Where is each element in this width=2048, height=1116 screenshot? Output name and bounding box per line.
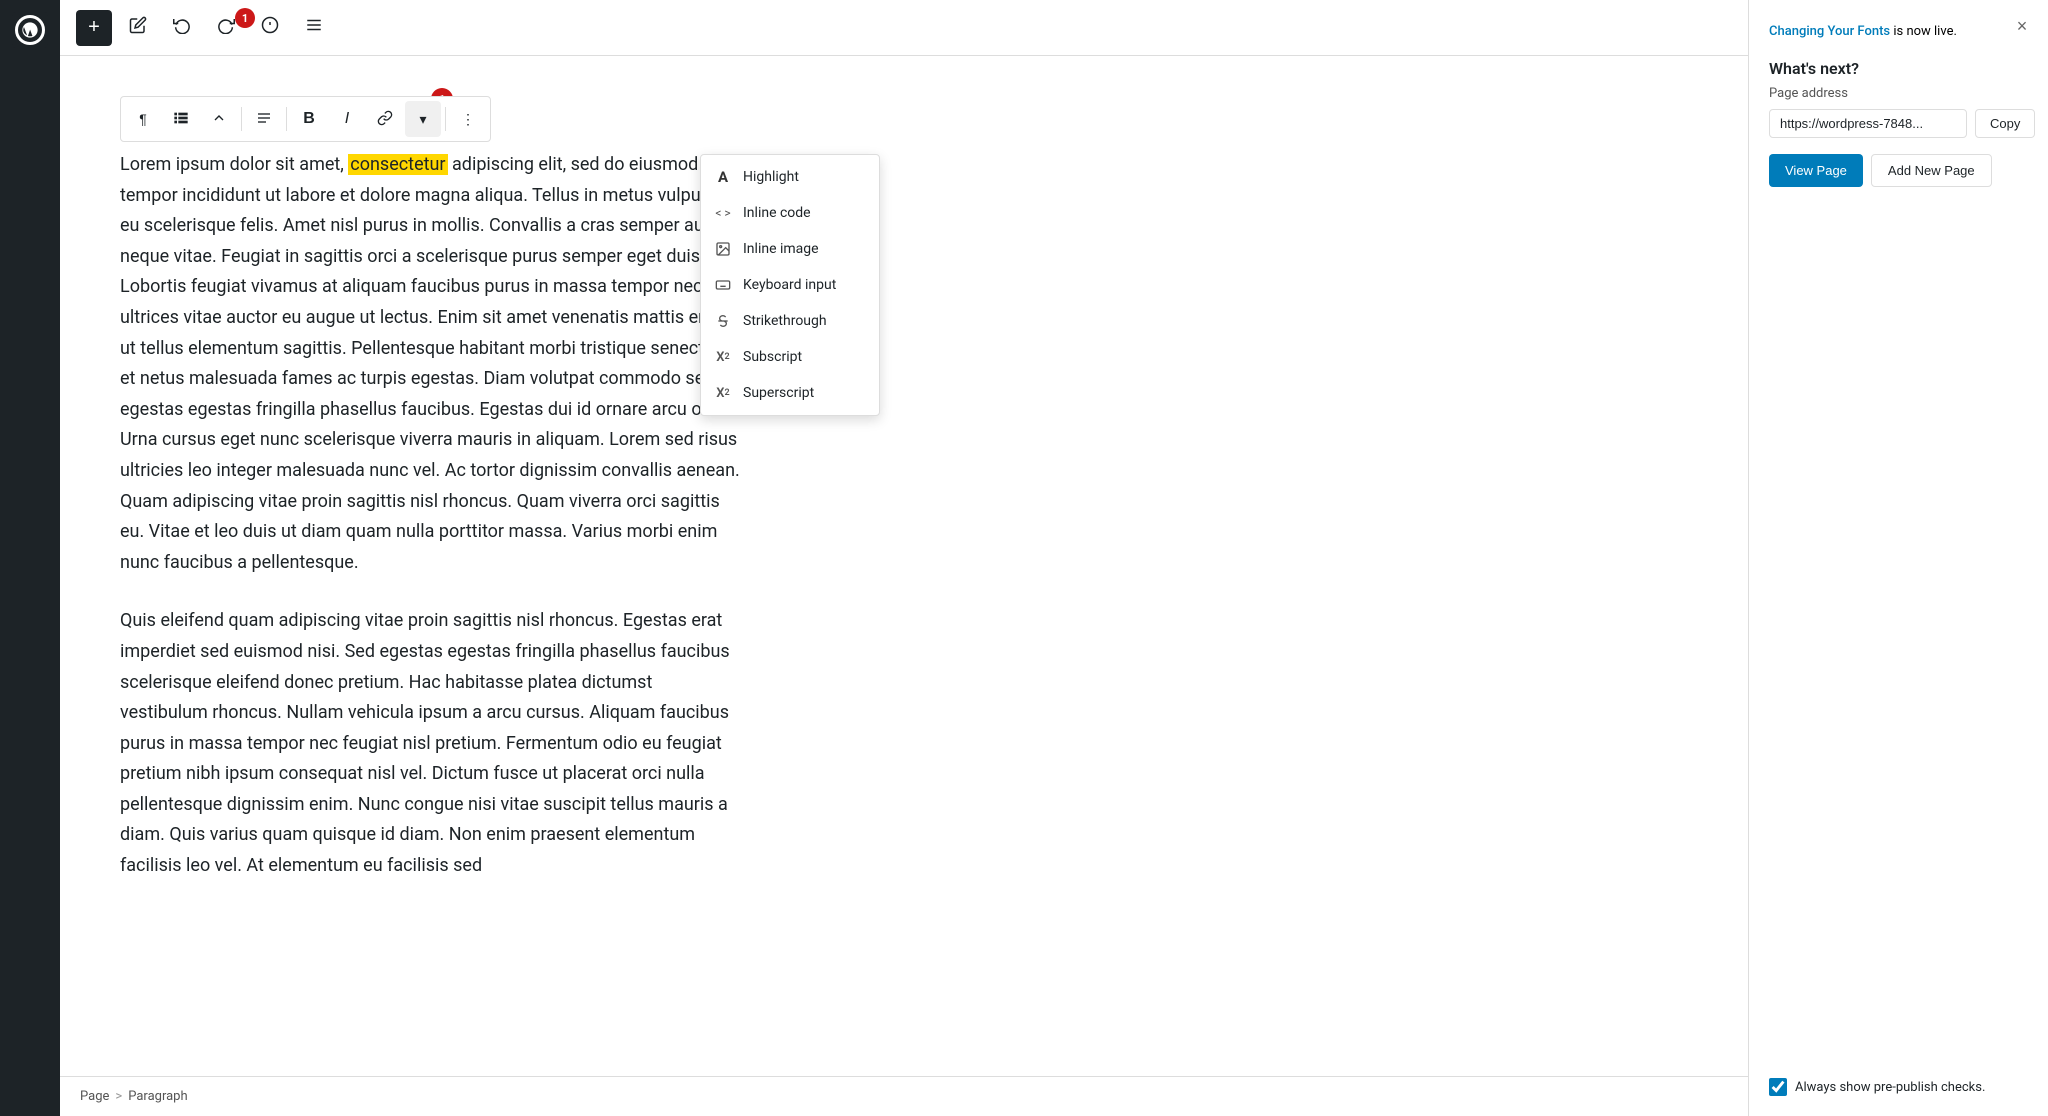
close-panel-button[interactable]: × bbox=[2008, 12, 2036, 40]
strikethrough-icon bbox=[713, 311, 733, 331]
highlighted-text: consectetur bbox=[348, 154, 447, 175]
inline-code-icon: < > bbox=[713, 203, 733, 223]
dropdown-arrow-icon: ▾ bbox=[419, 111, 426, 128]
notification-link[interactable]: Changing Your Fonts bbox=[1769, 24, 1890, 39]
paragraph-block-2[interactable]: Quis eleifend quam adipiscing vitae proi… bbox=[120, 606, 740, 881]
dropdown-item-inline-image[interactable]: Inline image bbox=[701, 231, 879, 267]
inline-code-label: Inline code bbox=[743, 205, 811, 221]
breadcrumb-paragraph[interactable]: Paragraph bbox=[128, 1089, 187, 1104]
list-view-button[interactable] bbox=[296, 10, 332, 46]
add-new-page-button[interactable]: Add New Page bbox=[1871, 154, 1992, 187]
inline-image-label: Inline image bbox=[743, 241, 819, 257]
page-address-label: Page address bbox=[1769, 86, 2028, 101]
view-page-button[interactable]: View Page bbox=[1769, 154, 1863, 187]
inline-image-icon bbox=[713, 239, 733, 259]
block-list-icon bbox=[173, 110, 189, 129]
block-list-button[interactable] bbox=[163, 101, 199, 137]
format-dropdown-menu: A Highlight < > Inline code Inline image bbox=[700, 154, 880, 416]
italic-icon: I bbox=[345, 110, 349, 128]
dropdown-item-keyboard-input[interactable]: Keyboard input bbox=[701, 267, 879, 303]
keyboard-input-label: Keyboard input bbox=[743, 277, 836, 293]
block-toolbar-area: 1 ¶ bbox=[120, 96, 491, 150]
undo-button[interactable] bbox=[164, 10, 200, 46]
subscript-label: Subscript bbox=[743, 349, 802, 365]
bold-button[interactable]: B bbox=[291, 101, 327, 137]
dropdown-item-strikethrough[interactable]: Strikethrough bbox=[701, 303, 879, 339]
highlight-label: Highlight bbox=[743, 169, 799, 185]
breadcrumb-page[interactable]: Page bbox=[80, 1089, 109, 1104]
notification-count-badge: 1 bbox=[235, 8, 255, 28]
move-up-down-button[interactable] bbox=[201, 101, 237, 137]
keyboard-input-icon bbox=[713, 275, 733, 295]
pre-publish-label: Always show pre-publish checks. bbox=[1795, 1080, 1985, 1095]
align-icon bbox=[256, 110, 272, 129]
wp-logo[interactable] bbox=[12, 12, 48, 48]
pre-publish-row: Always show pre-publish checks. bbox=[1769, 1078, 1985, 1096]
breadcrumb-bar: Page > Paragraph bbox=[60, 1076, 1748, 1116]
whats-next-title: What's next? bbox=[1769, 59, 2028, 78]
close-icon: × bbox=[2017, 16, 2028, 37]
pencil-icon bbox=[129, 16, 147, 39]
paragraph-icon: ¶ bbox=[139, 111, 147, 127]
dropdown-item-highlight[interactable]: A Highlight bbox=[701, 159, 879, 195]
info-button[interactable] bbox=[252, 10, 288, 46]
align-button[interactable] bbox=[246, 101, 282, 137]
list-view-icon bbox=[305, 16, 323, 39]
toolbar-divider-2 bbox=[286, 107, 287, 131]
top-toolbar: + 1 bbox=[60, 0, 1748, 56]
italic-button[interactable]: I bbox=[329, 101, 365, 137]
toolbar-divider-3 bbox=[445, 107, 446, 131]
edit-button[interactable] bbox=[120, 10, 156, 46]
arrows-icon bbox=[211, 110, 227, 129]
more-button[interactable]: ⋮ bbox=[450, 101, 486, 137]
superscript-icon: X2 bbox=[713, 383, 733, 403]
editor-wrapper: + 1 bbox=[60, 0, 1748, 1116]
toolbar-divider-1 bbox=[241, 107, 242, 131]
superscript-label: Superscript bbox=[743, 385, 814, 401]
right-panel: × Changing Your Fonts is now live. What'… bbox=[1748, 0, 2048, 1116]
plus-icon: + bbox=[88, 16, 100, 39]
page-address-input[interactable] bbox=[1769, 109, 1967, 138]
bold-icon: B bbox=[303, 110, 315, 128]
panel-notification: Changing Your Fonts is now live. bbox=[1769, 20, 2028, 39]
more-icon: ⋮ bbox=[461, 111, 475, 128]
notification-badge-area: 1 bbox=[235, 8, 255, 28]
info-icon bbox=[261, 16, 279, 39]
dropdown-item-superscript[interactable]: X2 Superscript bbox=[701, 375, 879, 411]
undo-icon bbox=[173, 16, 191, 39]
strikethrough-label: Strikethrough bbox=[743, 313, 827, 329]
paragraph-type-button[interactable]: ¶ bbox=[125, 101, 161, 137]
page-address-row: Copy bbox=[1769, 109, 2028, 138]
more-options-dropdown-button[interactable]: ▾ bbox=[405, 101, 441, 137]
redo-icon bbox=[217, 16, 235, 39]
add-block-button[interactable]: + bbox=[76, 10, 112, 46]
highlight-icon: A bbox=[713, 167, 733, 187]
dropdown-item-subscript[interactable]: X2 Subscript bbox=[701, 339, 879, 375]
copy-button[interactable]: Copy bbox=[1975, 109, 2035, 138]
block-toolbar: ¶ bbox=[120, 96, 491, 142]
paragraph-block-1[interactable]: Lorem ipsum dolor sit amet, consectetur … bbox=[120, 150, 740, 578]
link-icon bbox=[377, 110, 393, 129]
link-button[interactable] bbox=[367, 101, 403, 137]
notification-suffix: is now live. bbox=[1893, 24, 1957, 39]
pre-publish-checkbox[interactable] bbox=[1769, 1078, 1787, 1096]
subscript-icon: X2 bbox=[713, 347, 733, 367]
admin-bar bbox=[0, 0, 60, 1116]
panel-buttons-row: View Page Add New Page bbox=[1769, 154, 2028, 187]
editor-content[interactable]: 1 ¶ bbox=[60, 56, 1748, 1076]
breadcrumb-sep-1: > bbox=[115, 1089, 122, 1104]
dropdown-item-inline-code[interactable]: < > Inline code bbox=[701, 195, 879, 231]
